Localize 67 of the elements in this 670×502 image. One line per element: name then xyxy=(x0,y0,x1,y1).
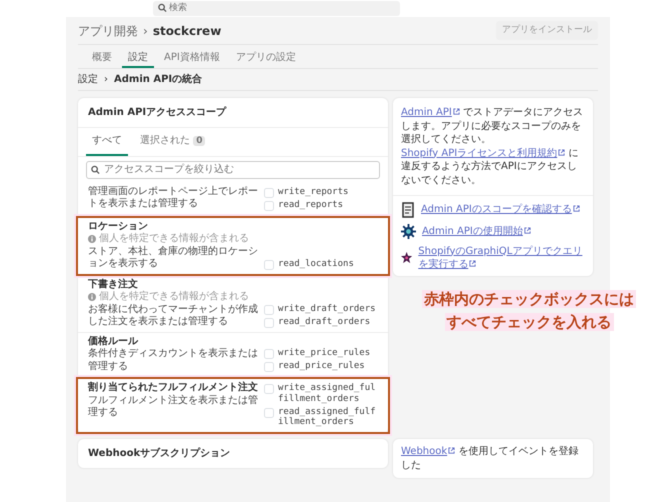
annotation-text: 赤枠内のチェックボックスには xyxy=(422,290,636,308)
scope-description: 管理画面のレポートページ上でレポートを表示または管理する xyxy=(88,186,258,210)
filter-field[interactable]: アクセススコープを絞り込む xyxy=(86,160,380,178)
tab[interactable]: API資格情報 xyxy=(158,45,226,68)
count-badge: 0 xyxy=(193,136,206,146)
external-link-icon xyxy=(524,226,531,234)
breadcrumb-separator: › xyxy=(143,22,148,40)
checkbox[interactable] xyxy=(264,188,274,198)
external-link-icon xyxy=(469,260,476,266)
checkbox[interactable] xyxy=(264,349,274,359)
scope-description: 条件付きディスカウントを表示または管理する xyxy=(88,348,258,373)
annotation-text: すべてチェックを入れる xyxy=(444,313,614,332)
checkbox[interactable] xyxy=(264,304,274,314)
scope-name: write_price_rules xyxy=(278,348,370,359)
tab[interactable]: 概要 xyxy=(86,45,118,68)
install-button[interactable]: アプリをインストール xyxy=(496,20,598,40)
breadcrumb-separator: › xyxy=(104,73,108,87)
scope-note: 個人を特定できる情報が含まれる xyxy=(99,291,249,304)
scope-name: read_locations xyxy=(278,258,354,270)
checkbox[interactable] xyxy=(264,408,274,418)
link[interactable]: Admin APIの使用開始 xyxy=(422,224,531,238)
checkbox[interactable] xyxy=(264,362,274,372)
scope-group-title: 割り当てられたフルフィルメント注文 xyxy=(88,382,258,394)
search-field[interactable]: 検索 xyxy=(153,0,400,16)
external-link-icon xyxy=(572,205,580,212)
scope-name: read_draft_orders xyxy=(278,316,370,328)
filter-tab[interactable]: すべて xyxy=(86,128,128,156)
scope-name: read_assigned_fulfillment_orders xyxy=(278,406,377,428)
link[interactable]: Webhook xyxy=(401,446,456,458)
link[interactable]: Admin APIのスコープを確認する xyxy=(421,203,580,216)
link[interactable]: ShopifyのGraphiQLアプリでクエリを実行する xyxy=(418,244,585,270)
card-title: Webhookサブスクリプション xyxy=(87,446,232,462)
scope-group-title: 価格ルール xyxy=(88,336,140,348)
document-icon xyxy=(401,202,415,218)
card-title: Admin APIアクセススコープ xyxy=(78,98,388,128)
scope-group-title: 下書き注文 xyxy=(88,278,139,290)
link[interactable]: Shopify APIライセンスと利用規約 xyxy=(401,148,566,158)
gear-icon xyxy=(401,224,416,238)
scope-description: フルフィルメント注文を表示または管理する xyxy=(88,394,258,420)
info-icon xyxy=(88,293,96,302)
tab[interactable]: 設定 xyxy=(122,45,154,68)
checkbox[interactable] xyxy=(264,318,274,328)
filter-tab[interactable]: 選択された 0 xyxy=(134,128,212,156)
scope-description: お客様に代わってマーチャントが作成した注文を表示または管理する xyxy=(88,304,258,328)
link[interactable]: Admin API xyxy=(401,107,460,118)
scope-name: read_price_rules xyxy=(278,361,365,372)
info-icon xyxy=(88,235,96,244)
scope-name: write_draft_orders xyxy=(278,304,376,314)
info-text: Webhook を使用してイベントを登録した xyxy=(400,445,580,473)
scope-note: 個人を特定できる情報が含まれる xyxy=(99,233,249,246)
external-link-icon xyxy=(448,447,456,454)
breadcrumb-link[interactable]: アプリ開発 xyxy=(78,22,138,40)
page-title: stockcrew xyxy=(152,22,222,40)
scope-group-title: ロケーション xyxy=(88,220,149,232)
external-link-icon xyxy=(452,108,460,115)
external-link-icon xyxy=(558,148,566,156)
info-text: Admin API でストアデータにアクセスします。アプリに必要なスコープのみを選択してください。 Shopify APIライセンスと利用規約 に違反するような方法でAPIにアクセスしないでください。 xyxy=(393,98,593,196)
scope-name: read_reports xyxy=(278,200,344,210)
checkbox[interactable] xyxy=(264,384,274,394)
breadcrumb-link[interactable]: 設定 xyxy=(78,72,98,87)
tab[interactable]: アプリの設定 xyxy=(230,45,302,68)
scope-name: write_reports xyxy=(278,186,348,198)
checkbox[interactable] xyxy=(264,260,274,270)
breadcrumb-current: Admin APIの統合 xyxy=(114,72,202,87)
star-icon xyxy=(401,250,412,265)
scope-description: ストア、本社、倉庫の物理的ロケーションを表示する xyxy=(88,246,258,270)
checkbox[interactable] xyxy=(264,200,274,210)
